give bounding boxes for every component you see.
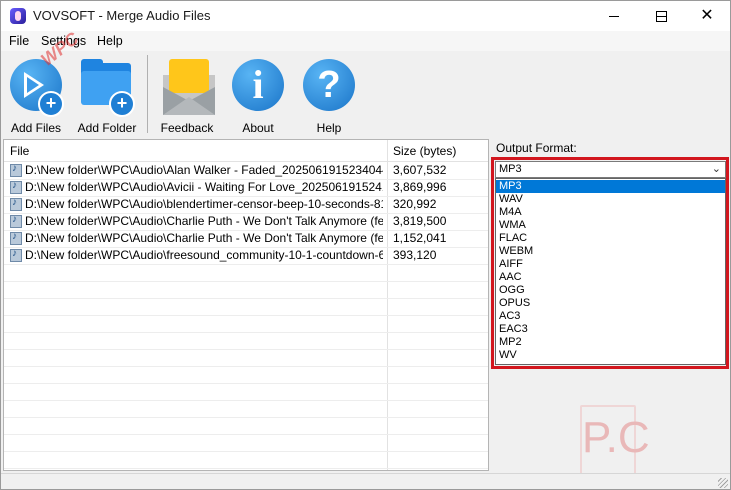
empty-row: [4, 264, 488, 282]
format-option[interactable]: OPUS: [496, 297, 725, 310]
about-label: About: [242, 121, 274, 135]
file-size: 3,869,996: [393, 180, 447, 194]
empty-row: [4, 332, 488, 350]
file-size: 393,120: [393, 248, 437, 262]
close-icon: ✕: [700, 7, 714, 24]
list-header: File Size (bytes): [4, 140, 488, 162]
help-button[interactable]: ? Help: [300, 51, 358, 135]
table-row[interactable]: D:\New folder\WPC\Audio\Avicii - Waiting…: [4, 179, 488, 197]
file-path: D:\New folder\WPC\Audio\Charlie Puth - W…: [25, 231, 383, 245]
empty-row: [4, 383, 488, 401]
file-path: D:\New folder\WPC\Audio\Charlie Puth - W…: [25, 214, 383, 228]
question-icon: ?: [301, 57, 357, 117]
format-option[interactable]: WEBM: [496, 245, 725, 258]
empty-row: [4, 434, 488, 452]
format-option[interactable]: AIFF: [496, 258, 725, 271]
column-file[interactable]: File: [10, 144, 29, 158]
feedback-button[interactable]: Feedback: [157, 51, 217, 135]
pc-watermark: P.C: [580, 405, 650, 475]
add-folder-icon: +: [79, 57, 135, 117]
app-window: VOVSOFT - Merge Audio Files ✕ File Setti…: [0, 0, 731, 490]
output-panel: Output Format: MP3 ⌄ MP3 WAV M4A WMA FLA…: [490, 137, 730, 475]
menu-help[interactable]: Help: [97, 34, 123, 48]
format-option[interactable]: AC3: [496, 310, 725, 323]
audio-file-icon: [10, 163, 22, 177]
status-bar: [1, 473, 730, 489]
file-size: 1,152,041: [393, 231, 447, 245]
audio-file-icon: [10, 248, 22, 262]
envelope-icon: [159, 57, 215, 117]
format-option[interactable]: MP2: [496, 336, 725, 349]
add-files-label: Add Files: [10, 121, 62, 135]
minimize-btn[interactable]: [591, 1, 637, 31]
add-folder-button[interactable]: + Add Folder: [78, 51, 136, 135]
empty-row: [4, 451, 488, 469]
empty-row: [4, 400, 488, 418]
toolbar-separator: [147, 55, 148, 133]
file-size: 320,992: [393, 197, 437, 211]
file-size: 3,607,532: [393, 163, 447, 177]
minimize-bar-icon: [609, 15, 619, 17]
about-button[interactable]: i About: [229, 51, 287, 135]
empty-row: [4, 298, 488, 316]
empty-row: [4, 281, 488, 299]
toolbar: + Add Files + Add Folder Feedback i Abou: [1, 51, 730, 135]
table-row[interactable]: D:\New folder\WPC\Audio\Charlie Puth - W…: [4, 213, 488, 231]
menu-bar: File Settings Help: [1, 31, 730, 51]
table-row[interactable]: D:\New folder\WPC\Audio\Alan Walker - Fa…: [4, 162, 488, 180]
audio-file-icon: [10, 180, 22, 194]
audio-file-icon: [10, 197, 22, 211]
chevron-down-icon[interactable]: ⌄: [712, 162, 721, 175]
file-size: 3,819,500: [393, 214, 447, 228]
add-folder-label: Add Folder: [77, 121, 137, 135]
info-icon: i: [230, 57, 286, 117]
format-option[interactable]: FLAC: [496, 232, 725, 245]
format-dropdown-list[interactable]: MP3 WAV M4A WMA FLAC WEBM AIFF AAC OGG O…: [495, 178, 726, 365]
format-option[interactable]: M4A: [496, 206, 725, 219]
audio-file-icon: [10, 231, 22, 245]
format-option[interactable]: WAV: [496, 193, 725, 206]
format-option[interactable]: AAC: [496, 271, 725, 284]
column-size[interactable]: Size (bytes): [393, 144, 456, 158]
file-path: D:\New folder\WPC\Audio\freesound_commun…: [25, 248, 383, 262]
add-files-icon: +: [8, 57, 64, 117]
resize-grip-icon[interactable]: [718, 478, 728, 488]
selected-format: MP3: [499, 163, 522, 175]
close-button[interactable]: ✕: [684, 1, 730, 31]
format-option[interactable]: WMA: [496, 219, 725, 232]
table-row[interactable]: D:\New folder\WPC\Audio\Charlie Puth - W…: [4, 230, 488, 248]
output-format-label: Output Format:: [496, 141, 577, 155]
table-row[interactable]: D:\New folder\WPC\Audio\blendertimer-cen…: [4, 196, 488, 214]
maximize-icon: [655, 10, 667, 22]
table-row[interactable]: D:\New folder\WPC\Audio\freesound_commun…: [4, 247, 488, 265]
empty-row: [4, 366, 488, 384]
feedback-label: Feedback: [160, 121, 214, 135]
format-option[interactable]: WV: [496, 349, 725, 362]
format-option[interactable]: OGG: [496, 284, 725, 297]
help-label: Help: [316, 121, 342, 135]
format-option[interactable]: EAC3: [496, 323, 725, 336]
format-option[interactable]: MP3: [496, 180, 725, 193]
file-path: D:\New folder\WPC\Audio\blendertimer-cen…: [25, 197, 383, 211]
menu-file[interactable]: File: [9, 34, 29, 48]
maximize-button[interactable]: [638, 1, 684, 31]
empty-row: [4, 315, 488, 333]
menu-settings[interactable]: Settings: [41, 34, 86, 48]
add-files-button[interactable]: + Add Files: [7, 51, 65, 135]
file-path: D:\New folder\WPC\Audio\Alan Walker - Fa…: [25, 163, 383, 177]
window-title: VOVSOFT - Merge Audio Files: [33, 8, 211, 23]
file-path: D:\New folder\WPC\Audio\Avicii - Waiting…: [25, 180, 383, 194]
empty-row: [4, 417, 488, 435]
audio-file-icon: [10, 214, 22, 228]
file-list[interactable]: File Size (bytes) D:\New folder\WPC\Audi…: [3, 139, 489, 471]
app-icon: [10, 8, 26, 24]
output-format-select[interactable]: MP3 ⌄: [495, 161, 726, 178]
empty-row: [4, 349, 488, 367]
